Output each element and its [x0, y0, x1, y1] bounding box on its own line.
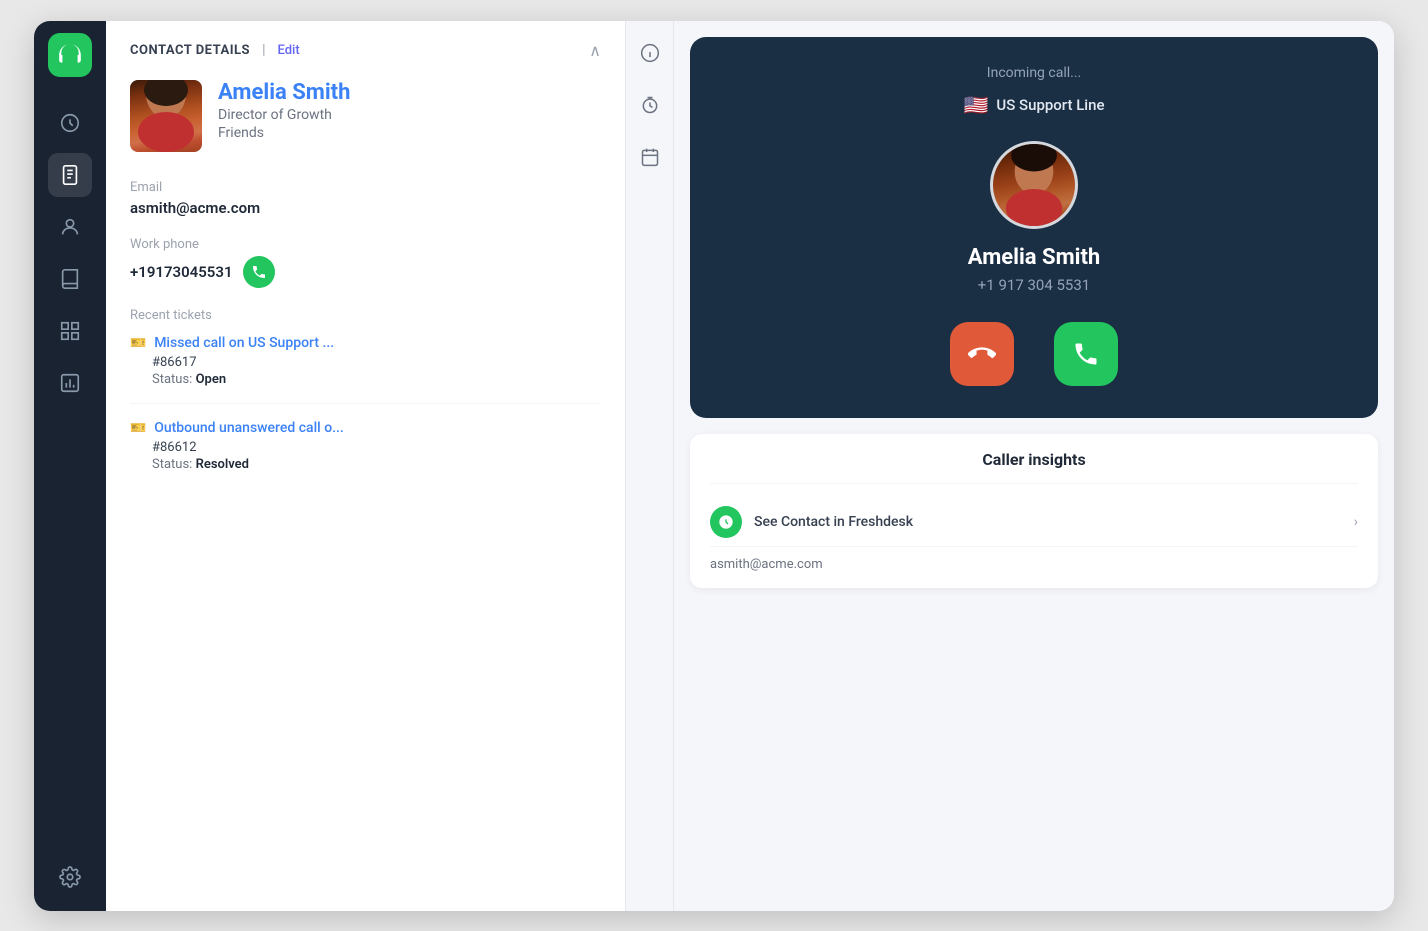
header-divider: | [262, 42, 265, 58]
ticket-title-row-2: 🎫 Outbound unanswered call o... [130, 420, 601, 436]
contact-role: Director of Growth [218, 107, 601, 123]
timer-icon[interactable] [634, 89, 666, 121]
nav-item-phone[interactable] [48, 153, 92, 197]
contact-name: Amelia Smith [218, 80, 601, 105]
email-value: asmith@acme.com [130, 199, 601, 217]
contact-avatar [130, 80, 202, 152]
ticket-title-1[interactable]: Missed call on US Support ... [154, 335, 334, 351]
app-container: CONTACT DETAILS | Edit ∧ [34, 21, 1394, 911]
ticket-item-2: 🎫 Outbound unanswered call o... #86612 S… [130, 420, 601, 488]
incoming-call-card: Incoming call... 🇺🇸 US Support Line [690, 37, 1378, 418]
decline-call-button[interactable] [950, 322, 1014, 386]
info-icon[interactable] [634, 37, 666, 69]
contact-header-left: CONTACT DETAILS | Edit [130, 42, 300, 58]
call-phone-button[interactable] [243, 256, 275, 288]
caller-insights: Caller insights See Contact in Freshdesk… [690, 434, 1378, 588]
right-panel: Incoming call... 🇺🇸 US Support Line [674, 21, 1394, 911]
see-contact-chevron: › [1354, 514, 1358, 530]
contact-info: Amelia Smith Director of Growth Friends [130, 80, 601, 152]
ticket-icon-2: 🎫 [130, 421, 146, 436]
ticket-status-1: Status: Open [152, 372, 601, 387]
incoming-call-inner: Incoming call... 🇺🇸 US Support Line [690, 37, 1378, 418]
nav-item-dashboard[interactable] [48, 101, 92, 145]
nav-item-tickets[interactable] [48, 309, 92, 353]
ticket-number-2: #86612 [152, 440, 601, 455]
main-content: CONTACT DETAILS | Edit ∧ [106, 21, 1394, 911]
caller-name: Amelia Smith [968, 245, 1100, 270]
ticket-title-row-1: 🎫 Missed call on US Support ... [130, 335, 601, 351]
contact-header: CONTACT DETAILS | Edit ∧ [130, 41, 601, 60]
nav-item-settings[interactable] [48, 855, 92, 899]
call-actions [950, 322, 1118, 386]
ticket-number-1: #86617 [152, 355, 601, 370]
accept-call-button[interactable] [1054, 322, 1118, 386]
work-phone-section: Work phone +19173045531 [130, 237, 601, 288]
recent-tickets-label: Recent tickets [130, 308, 601, 323]
caller-avatar-image [993, 144, 1075, 226]
ticket-icon-1: 🎫 [130, 336, 146, 351]
left-nav [34, 21, 106, 911]
nav-item-knowledge[interactable] [48, 257, 92, 301]
caller-phone: +1 917 304 5531 [978, 276, 1090, 294]
freshdesk-icon [710, 506, 742, 538]
contact-panel: CONTACT DETAILS | Edit ∧ [106, 21, 626, 911]
support-line-name: US Support Line [996, 96, 1104, 114]
contact-avatar-image [130, 80, 202, 152]
work-phone-row: +19173045531 [130, 256, 601, 288]
nav-item-reports[interactable] [48, 361, 92, 405]
calendar-icon[interactable] [634, 141, 666, 173]
edit-button[interactable]: Edit [278, 43, 300, 58]
insights-email: asmith@acme.com [710, 547, 1358, 572]
see-contact-row[interactable]: See Contact in Freshdesk › [710, 498, 1358, 547]
work-phone-value: +19173045531 [130, 263, 233, 281]
work-phone-label: Work phone [130, 237, 601, 252]
see-contact-link[interactable]: See Contact in Freshdesk [754, 514, 1342, 530]
ticket-item-1: 🎫 Missed call on US Support ... #86617 S… [130, 335, 601, 404]
side-icons [626, 21, 674, 911]
ticket-title-2[interactable]: Outbound unanswered call o... [154, 420, 344, 436]
ticket-status-2: Status: Resolved [152, 457, 601, 472]
contact-details-text: Amelia Smith Director of Growth Friends [218, 80, 601, 141]
contact-company: Friends [218, 125, 601, 141]
recent-tickets-section: Recent tickets 🎫 Missed call on US Suppo… [130, 308, 601, 488]
nav-item-contacts[interactable] [48, 205, 92, 249]
email-section: Email asmith@acme.com [130, 180, 601, 217]
contact-details-title: CONTACT DETAILS [130, 43, 250, 58]
app-logo[interactable] [48, 33, 92, 77]
caller-avatar [990, 141, 1078, 229]
incoming-call-text: Incoming call... [987, 65, 1081, 81]
collapse-icon[interactable]: ∧ [589, 41, 601, 60]
flag-icon: 🇺🇸 [963, 93, 988, 117]
support-line-row: 🇺🇸 US Support Line [963, 93, 1104, 117]
insights-title: Caller insights [710, 450, 1358, 484]
email-label: Email [130, 180, 601, 195]
